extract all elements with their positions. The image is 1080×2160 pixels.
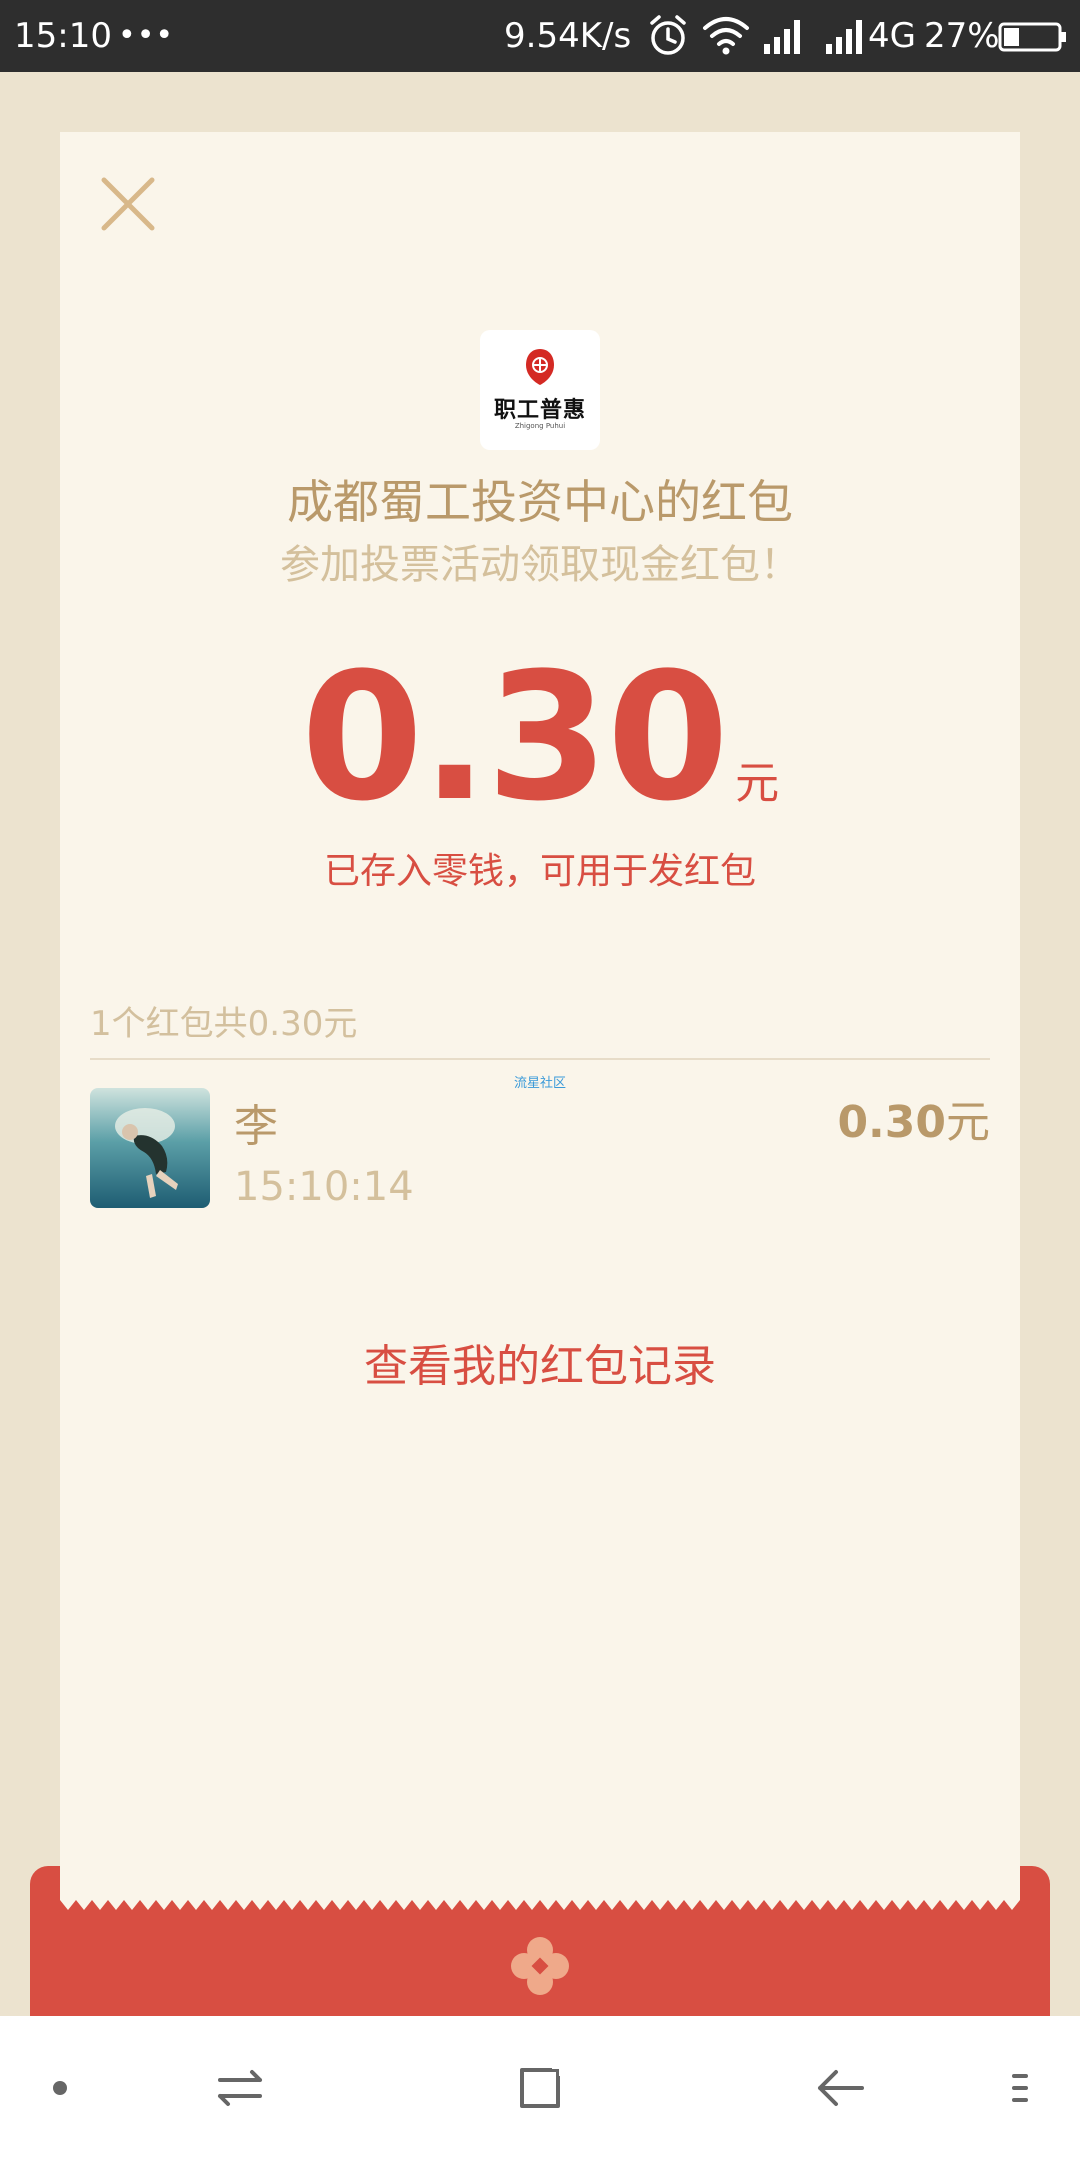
amount-unit: 元 [735, 758, 780, 809]
amount-value: 0.30 [300, 635, 729, 840]
flower-icon [511, 1937, 569, 1995]
alarm-icon [650, 15, 686, 55]
watermark: 流星社区 [514, 1076, 567, 1091]
avatar[interactable] [90, 1088, 210, 1208]
divider [90, 1058, 990, 1060]
receiver-time: 15:10:14 [234, 1164, 414, 1210]
receiver-amount-unit: 元 [946, 1097, 990, 1148]
seal-icon [526, 349, 554, 385]
close-icon[interactable] [96, 172, 160, 236]
status-time: 15:10 [14, 16, 112, 56]
logo-text: 职工普惠 [493, 397, 586, 423]
receiver-amount: 0.30元 [837, 1086, 990, 1150]
packet-summary: 1个红包共0.30元 [90, 1004, 358, 1044]
packet-wish: 参加投票活动领取现金红包！ [280, 542, 800, 588]
battery-icon [998, 22, 1066, 52]
signal-icon-2 [826, 20, 862, 54]
card-zigzag-edge [60, 1898, 1020, 1922]
status-battery-text: 27% [924, 16, 1000, 56]
back-icon[interactable] [808, 2056, 872, 2120]
wifi-icon [703, 17, 749, 55]
status-more-icon: ••• [118, 18, 175, 53]
home-icon[interactable] [508, 2056, 572, 2120]
receiver-name: 李 [234, 1101, 278, 1152]
status-speed: 9.54K/s [504, 16, 632, 56]
logo-subtext: Zhigong Puhui [514, 422, 566, 430]
switch-apps-icon[interactable] [208, 2056, 272, 2120]
nav-dot-icon[interactable] [28, 2056, 92, 2120]
stored-note: 已存入零钱，可用于发红包 [323, 851, 756, 892]
signal-icon [764, 20, 800, 54]
status-network: 4G [868, 16, 916, 56]
menu-icon[interactable] [988, 2056, 1052, 2120]
status-bar: 15:10 ••• 9.54K/s 4G 27% [0, 0, 1080, 72]
navigation-bar [0, 2016, 1080, 2160]
amount-display: 0.30 元 [0, 650, 1080, 826]
view-records-link[interactable]: 查看我的红包记录 [0, 1330, 1080, 1394]
sender-logo: 职工普惠 Zhigong Puhui [480, 330, 600, 450]
sender-title: 成都蜀工投资中心的红包 [287, 475, 793, 529]
receiver-amount-value: 0.30 [837, 1097, 946, 1148]
